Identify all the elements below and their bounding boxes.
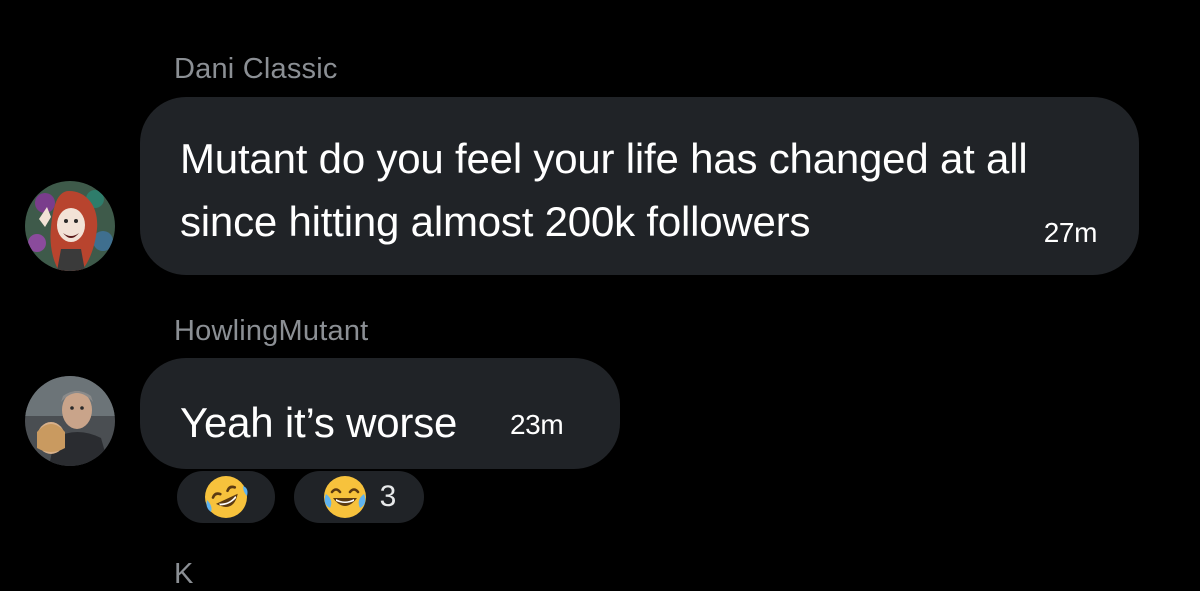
- reaction-count: 3: [379, 480, 397, 513]
- avatar-photo: [25, 376, 115, 466]
- face-with-tears-of-joy-icon: [322, 474, 368, 520]
- message-bubble[interactable]: Yeah it’s worse 23m: [140, 358, 620, 469]
- avatar-illustration: [25, 181, 115, 271]
- rolling-on-floor-laughing-icon: [203, 474, 249, 520]
- reaction-rofl[interactable]: [175, 469, 277, 525]
- message-text: Yeah it’s worse: [180, 399, 458, 446]
- message-timestamp: 27m: [1043, 217, 1098, 248]
- avatar-howlingmutant[interactable]: [25, 376, 115, 466]
- reaction-tears-of-joy[interactable]: 3: [292, 469, 426, 525]
- message-timestamp: 23m: [510, 409, 564, 440]
- avatar-dani-classic[interactable]: [25, 181, 115, 271]
- message-bubble[interactable]: Mutant do you feel your life has changed…: [140, 97, 1139, 275]
- next-sender-name: K: [174, 558, 194, 590]
- sender-name: HowlingMutant: [174, 315, 369, 347]
- message-text: Mutant do you feel your life has changed…: [180, 135, 1028, 245]
- sender-name: Dani Classic: [174, 53, 338, 85]
